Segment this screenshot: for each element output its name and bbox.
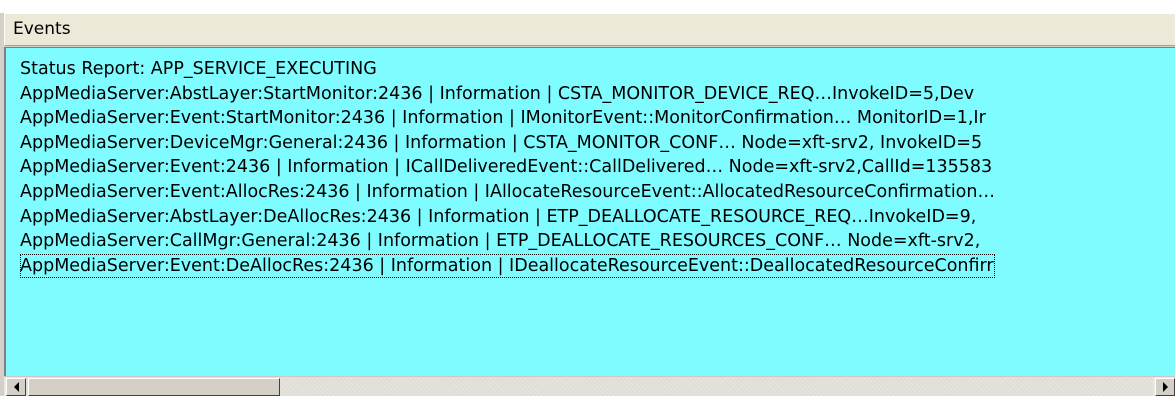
- scroll-right-button[interactable]: [1155, 378, 1175, 396]
- events-list[interactable]: Status Report: APP_SERVICE_EXECUTING AppM…: [4, 47, 1175, 376]
- horizontal-scrollbar[interactable]: [4, 376, 1175, 396]
- events-list-content: Status Report: APP_SERVICE_EXECUTING AppM…: [20, 57, 995, 279]
- list-item[interactable]: AppMediaServer:Event:2436 | Information …: [20, 155, 995, 180]
- list-item[interactable]: Status Report: APP_SERVICE_EXECUTING: [20, 57, 995, 82]
- scrollbar-thumb[interactable]: [28, 378, 280, 396]
- list-item[interactable]: AppMediaServer:Event:AllocRes:2436 | Inf…: [20, 180, 995, 205]
- list-item[interactable]: AppMediaServer:AbstLayer:DeAllocRes:2436…: [20, 205, 995, 230]
- arrow-left-icon: [13, 382, 19, 392]
- list-item[interactable]: AppMediaServer:DeviceMgr:General:2436 | …: [20, 131, 995, 156]
- top-strip: [0, 0, 1175, 13]
- events-header-label: Events: [13, 19, 71, 39]
- list-item[interactable]: AppMediaServer:Event:DeAllocRes:2436 | I…: [20, 253, 995, 279]
- arrow-right-icon: [1162, 382, 1168, 392]
- list-item[interactable]: AppMediaServer:AbstLayer:StartMonitor:24…: [20, 82, 995, 107]
- list-item[interactable]: AppMediaServer:Event:StartMonitor:2436 |…: [20, 106, 995, 131]
- scroll-left-button[interactable]: [6, 378, 26, 396]
- list-item[interactable]: AppMediaServer:CallMgr:General:2436 | In…: [20, 229, 995, 254]
- events-header: Events: [4, 13, 1175, 46]
- events-window: Events Status Report: APP_SERVICE_EXECUT…: [0, 0, 1175, 396]
